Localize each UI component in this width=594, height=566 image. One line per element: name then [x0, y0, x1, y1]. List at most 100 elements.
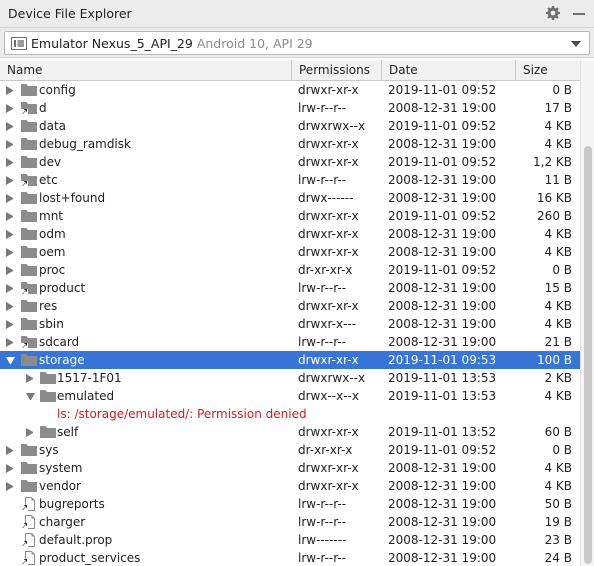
table-row[interactable]: 1517-1F01 drwxrwx--x 2019-11-01 13:53 2 KB	[0, 369, 580, 387]
column-header-date[interactable]: Date	[382, 60, 516, 81]
file-date: 2008-12-31 19:00	[388, 173, 497, 187]
folder-icon	[21, 83, 37, 97]
chevron-right-icon[interactable]	[6, 158, 14, 167]
file-permissions: drwxr-xr-x	[298, 155, 359, 169]
chevron-right-icon[interactable]	[6, 482, 14, 491]
file-date: 2019-11-01 09:52	[388, 119, 497, 133]
tool-window-header: Device File Explorer	[0, 0, 594, 28]
file-permissions: drwxr-xr-x	[298, 425, 359, 439]
table-row[interactable]: sbin drwxr-x--- 2008-12-31 19:00 4 KB	[0, 315, 580, 333]
file-size: 4 KB	[544, 317, 572, 331]
chevron-right-icon[interactable]	[6, 320, 14, 329]
file-permissions: drwx------	[298, 191, 354, 205]
chevron-right-icon[interactable]	[6, 230, 14, 239]
vertical-scrollbar[interactable]	[580, 60, 594, 566]
file-name: mnt	[39, 209, 63, 223]
table-row[interactable]: sys dr-xr-xr-x 2019-11-01 09:52 0 B	[0, 441, 580, 459]
file-size: 4 KB	[544, 245, 572, 259]
file-size: 4 KB	[544, 227, 572, 241]
file-date: 2008-12-31 19:00	[388, 227, 497, 241]
table-row[interactable]: self drwxr-xr-x 2019-11-01 13:52 60 B	[0, 423, 580, 441]
file-size: 4 KB	[544, 299, 572, 313]
table-row[interactable]: default.prop lrw------- 2008-12-31 19:00 23…	[0, 531, 580, 549]
table-row[interactable]: dev drwxr-xr-x 2019-11-01 09:52 1,2 KB	[0, 153, 580, 171]
column-header-name[interactable]: Name	[0, 60, 292, 81]
column-header-size[interactable]: Size	[516, 60, 580, 81]
folder-icon	[21, 461, 37, 475]
file-name: product	[39, 281, 86, 295]
file-date: 2019-11-01 13:53	[388, 389, 497, 403]
chevron-right-icon[interactable]	[6, 122, 14, 131]
file-permissions: drwxr-xr-x	[298, 353, 359, 367]
device-name: Emulator Nexus_5_API_29 Android 10, API …	[31, 36, 313, 51]
folder-icon	[21, 119, 37, 133]
table-row[interactable]: storage drwxr-xr-x 2019-11-01 09:53 100 B	[0, 351, 580, 369]
minimize-icon[interactable]	[573, 13, 585, 15]
chevron-right-icon[interactable]	[6, 446, 14, 455]
chevron-down-icon[interactable]	[571, 41, 581, 47]
table-row[interactable]: res drwxr-xr-x 2008-12-31 19:00 4 KB	[0, 297, 580, 315]
table-row[interactable]: charger lrw-r--r-- 2008-12-31 19:00 19 B	[0, 513, 580, 531]
chevron-right-icon[interactable]	[6, 194, 14, 203]
chevron-right-icon[interactable]	[26, 374, 34, 383]
file-size: 2 KB	[544, 371, 572, 385]
scrollbar-thumb[interactable]	[584, 146, 592, 564]
file-name: etc	[39, 173, 58, 187]
device-selector[interactable]: Emulator Nexus_5_API_29 Android 10, API …	[4, 31, 590, 55]
file-permissions: drwxr-xr-x	[298, 209, 359, 223]
file-date: 2008-12-31 19:00	[388, 245, 497, 259]
chevron-right-icon[interactable]	[26, 428, 34, 437]
chevron-right-icon[interactable]	[6, 464, 14, 473]
chevron-right-icon[interactable]	[6, 302, 14, 311]
table-row[interactable]: data drwxrwx--x 2019-11-01 09:52 4 KB	[0, 117, 580, 135]
chevron-right-icon[interactable]	[6, 248, 14, 257]
table-row[interactable]: proc dr-xr-xr-x 2019-11-01 09:52 0 B	[0, 261, 580, 279]
file-date: 2019-11-01 09:52	[388, 155, 497, 169]
table-row[interactable]: sdcard lrw-r--r-- 2008-12-31 19:00 21 B	[0, 333, 580, 351]
file-size: 260 B	[537, 209, 572, 223]
gear-icon[interactable]	[545, 5, 561, 21]
table-row[interactable]: product lrw-r--r-- 2008-12-31 19:00 15 B	[0, 279, 580, 297]
chevron-down-icon[interactable]	[26, 393, 35, 400]
table-row[interactable]: lost+found drwx------ 2008-12-31 19:00 16 K…	[0, 189, 580, 207]
file-permissions: dr-xr-xr-x	[298, 263, 353, 277]
file-date: 2008-12-31 19:00	[388, 101, 497, 115]
file-date: 2008-12-31 19:00	[388, 533, 497, 547]
chevron-down-icon[interactable]	[6, 357, 15, 364]
chevron-right-icon[interactable]	[6, 140, 14, 149]
table-row[interactable]: bugreports lrw-r--r-- 2008-12-31 19:00 50 B	[0, 495, 580, 513]
chevron-right-icon[interactable]	[6, 176, 14, 185]
table-row[interactable]: config drwxr-xr-x 2019-11-01 09:52 0 B	[0, 81, 580, 99]
table-header: Name Permissions Date Size	[0, 60, 580, 81]
table-row[interactable]: vendor drwxr-xr-x 2008-12-31 19:00 4 KB	[0, 477, 580, 495]
file-name: sys	[39, 443, 59, 457]
chevron-right-icon[interactable]	[6, 338, 14, 347]
chevron-right-icon[interactable]	[6, 104, 14, 113]
table-row[interactable]: system drwxr-xr-x 2008-12-31 19:00 4 KB	[0, 459, 580, 477]
table-row[interactable]: debug_ramdisk drwxr-xr-x 2008-12-31 19:00 4…	[0, 135, 580, 153]
chevron-right-icon[interactable]	[6, 86, 14, 95]
file-permissions: drwxr-xr-x	[298, 245, 359, 259]
file-permissions: lrw-r--r--	[298, 515, 347, 529]
table-row[interactable]: oem drwxr-xr-x 2008-12-31 19:00 4 KB	[0, 243, 580, 261]
table-row[interactable]: mnt drwxr-xr-x 2019-11-01 09:52 260 B	[0, 207, 580, 225]
table-row[interactable]: emulated drwx--x--x 2019-11-01 13:53 4 KB	[0, 387, 580, 405]
table-row[interactable]: product_services lrw-r--r-- 2008-12-31 19:…	[0, 549, 580, 566]
file-permissions: lrw-r--r--	[298, 101, 347, 115]
file-size: 0 B	[552, 263, 572, 277]
chevron-right-icon[interactable]	[6, 266, 14, 275]
file-permissions: lrw-r--r--	[298, 335, 347, 349]
folder-icon	[21, 191, 37, 205]
device-bar: Emulator Nexus_5_API_29 Android 10, API …	[0, 28, 594, 58]
table-row[interactable]: d lrw-r--r-- 2008-12-31 19:00 17 B	[0, 99, 580, 117]
symlink-folder-icon	[21, 281, 37, 295]
file-size: 100 B	[537, 353, 572, 367]
chevron-right-icon[interactable]	[6, 284, 14, 293]
column-header-permissions[interactable]: Permissions	[292, 60, 382, 81]
chevron-right-icon[interactable]	[6, 212, 14, 221]
file-name: oem	[39, 245, 66, 259]
file-size: 15 B	[544, 281, 572, 295]
table-row[interactable]: odm drwxr-xr-x 2008-12-31 19:00 4 KB	[0, 225, 580, 243]
table-row[interactable]: etc lrw-r--r-- 2008-12-31 19:00 11 B	[0, 171, 580, 189]
file-permissions: drwxr-xr-x	[298, 461, 359, 475]
